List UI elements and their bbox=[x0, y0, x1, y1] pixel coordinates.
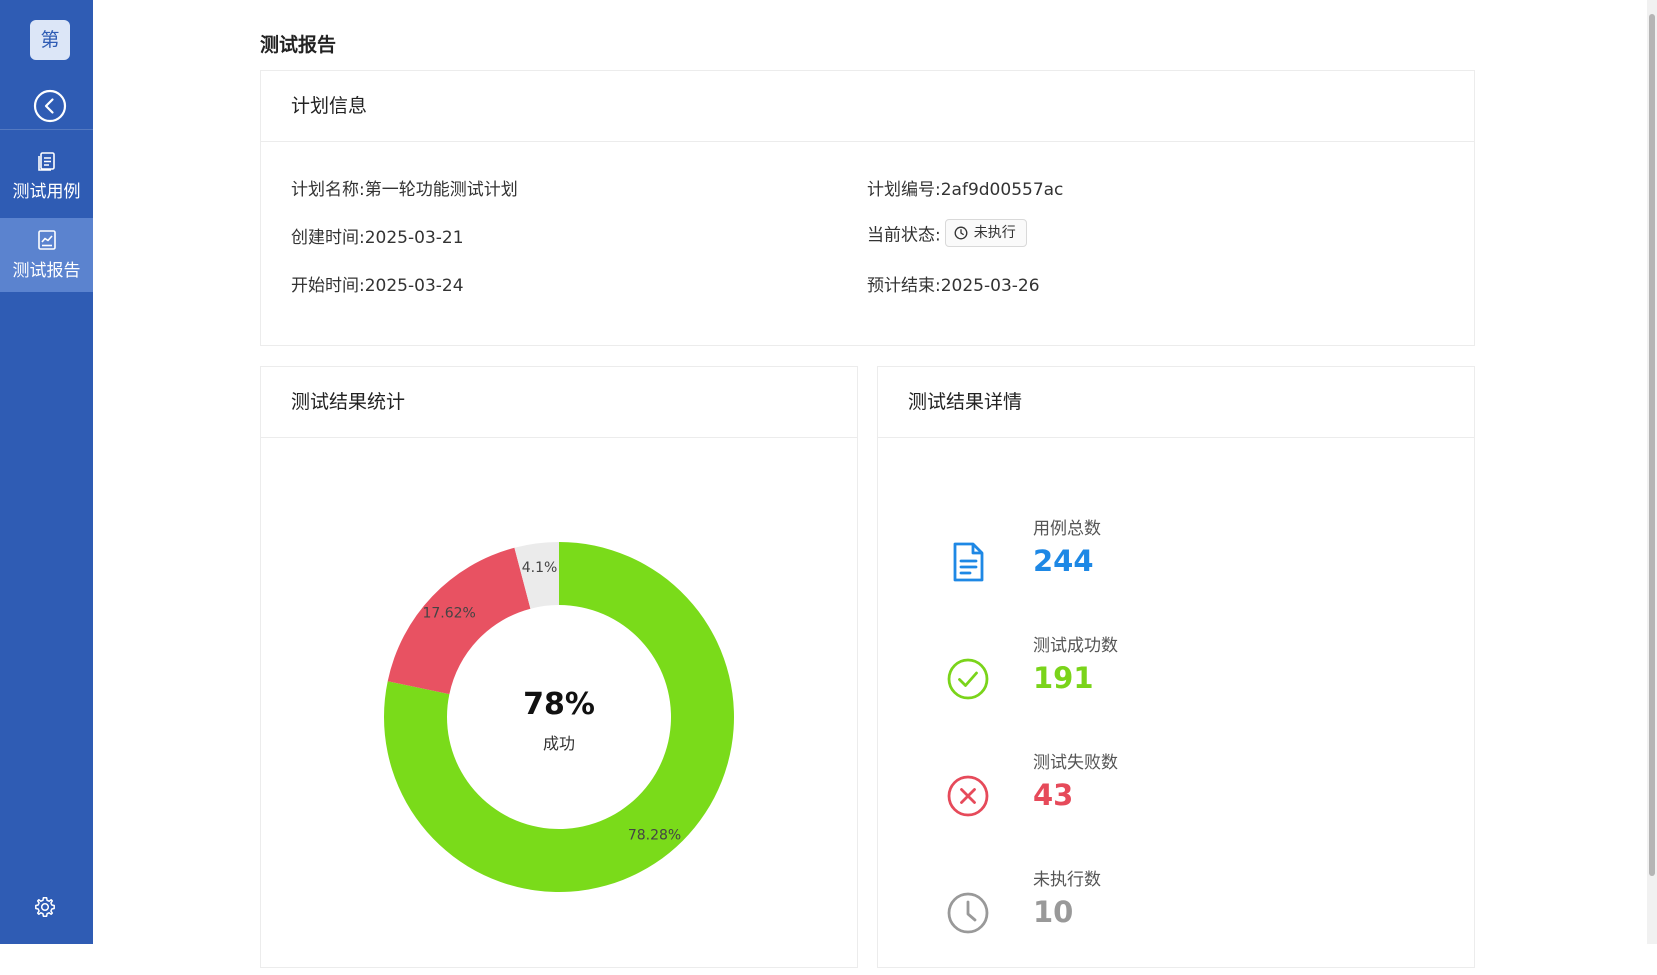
end-time-row: 预计结束:2025-03-26 bbox=[867, 271, 1040, 296]
stat-value: 43 bbox=[1033, 778, 1074, 812]
settings-button[interactable] bbox=[33, 895, 57, 919]
result-stats-card: 测试结果统计 78.28% 17.62% 4.1% 78% 成功 bbox=[260, 366, 858, 968]
stat-label: 未执行数 bbox=[1033, 870, 1101, 890]
donut-chart: 78.28% 17.62% 4.1% 78% 成功 bbox=[384, 542, 734, 892]
status-badge-text: 未执行 bbox=[973, 225, 1016, 241]
status-badge: 未执行 bbox=[944, 219, 1027, 247]
stat-value: 10 bbox=[1033, 895, 1074, 929]
donut-slice-label-0: 78.28% bbox=[628, 828, 681, 844]
document-list-icon bbox=[37, 152, 55, 171]
start-time-row: 开始时间:2025-03-24 bbox=[291, 271, 464, 296]
sidebar-item-label: 测试报告 bbox=[12, 261, 81, 281]
start-time-label: 开始时间: bbox=[291, 276, 365, 296]
clock-icon bbox=[954, 226, 968, 240]
document-icon bbox=[953, 542, 984, 582]
end-time-label: 预计结束: bbox=[867, 276, 941, 296]
clock-icon bbox=[947, 892, 989, 934]
stat-failed: 测试失败数 43 bbox=[878, 748, 1378, 858]
report-chart-icon bbox=[37, 230, 56, 250]
result-details-header: 测试结果详情 bbox=[878, 367, 1474, 438]
scrollbar-thumb[interactable] bbox=[1649, 14, 1655, 876]
stat-total-cases: 用例总数 244 bbox=[878, 514, 1378, 624]
plan-info-card: 计划信息 计划名称:第一轮功能测试计划 计划编号:2af9d00557ac 创建… bbox=[260, 70, 1475, 346]
close-circle-icon bbox=[947, 775, 989, 817]
stat-label: 用例总数 bbox=[1033, 519, 1101, 539]
check-circle-icon bbox=[947, 658, 989, 700]
created-time-value: 2025-03-21 bbox=[364, 228, 464, 248]
plan-name-value: 第一轮功能测试计划 bbox=[364, 180, 518, 200]
created-time-label: 创建时间: bbox=[291, 228, 365, 248]
sidebar: 第 测试用例 测试报告 bbox=[0, 0, 93, 944]
stat-label: 测试失败数 bbox=[1033, 753, 1118, 773]
plan-info-header: 计划信息 bbox=[261, 71, 1474, 142]
chevron-left-circle-icon bbox=[33, 89, 67, 123]
created-time-row: 创建时间:2025-03-21 bbox=[291, 223, 464, 248]
stat-success: 测试成功数 191 bbox=[878, 631, 1378, 741]
sidebar-item-test-report[interactable]: 测试报告 bbox=[0, 218, 93, 292]
plan-name-label: 计划名称: bbox=[291, 180, 365, 200]
end-time-value: 2025-03-26 bbox=[940, 276, 1040, 296]
app-logo: 第 bbox=[30, 20, 70, 60]
stat-label: 测试成功数 bbox=[1033, 636, 1118, 656]
result-stats-header: 测试结果统计 bbox=[261, 367, 857, 438]
status-row: 当前状态: 未执行 bbox=[867, 219, 1027, 247]
plan-id-value: 2af9d00557ac bbox=[940, 180, 1064, 200]
sidebar-item-label: 测试用例 bbox=[12, 182, 81, 202]
start-time-value: 2025-03-24 bbox=[364, 276, 464, 296]
back-button[interactable] bbox=[31, 87, 69, 125]
stat-value: 191 bbox=[1033, 661, 1094, 695]
sidebar-divider bbox=[0, 129, 93, 130]
page-title: 测试报告 bbox=[260, 34, 337, 56]
gear-icon bbox=[35, 897, 55, 917]
sidebar-item-test-cases[interactable]: 测试用例 bbox=[0, 139, 93, 213]
plan-id-row: 计划编号:2af9d00557ac bbox=[867, 175, 1063, 200]
donut-center-percentage: 78% bbox=[523, 687, 595, 722]
donut-slice-label-2: 4.1% bbox=[522, 560, 558, 576]
donut-slice-label-1: 17.62% bbox=[422, 606, 475, 622]
stat-not-executed: 未执行数 10 bbox=[878, 865, 1378, 975]
result-details-card: 测试结果详情 用例总数 244 测试成功数 191 测试失败数 43 未执行数 bbox=[877, 366, 1475, 968]
plan-id-label: 计划编号: bbox=[867, 180, 941, 200]
plan-name-row: 计划名称:第一轮功能测试计划 bbox=[291, 175, 518, 200]
stat-value: 244 bbox=[1033, 544, 1094, 578]
donut-center-label: 成功 bbox=[542, 734, 575, 753]
status-label: 当前状态: bbox=[867, 225, 941, 246]
